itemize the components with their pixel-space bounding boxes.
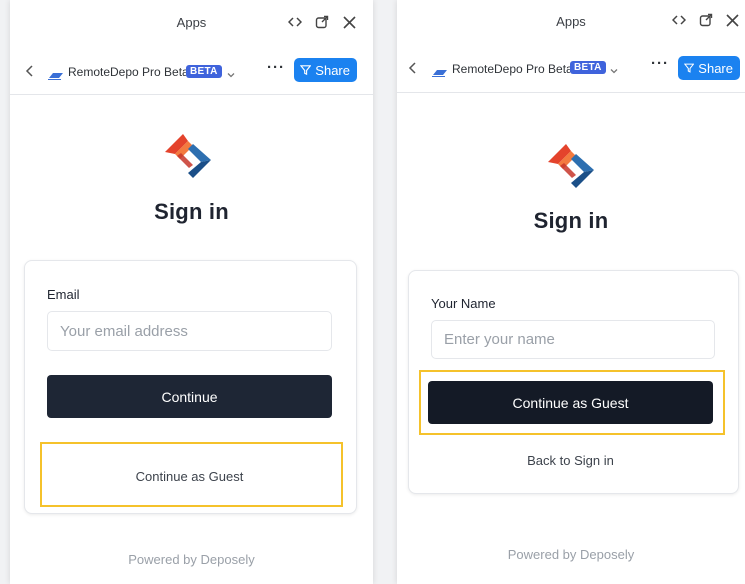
continue-as-guest-button[interactable]: Continue as Guest [428, 381, 713, 424]
powered-by-footer: Powered by Deposely [128, 552, 255, 567]
chevron-down-icon[interactable] [609, 63, 619, 74]
powered-by-footer: Powered by Deposely [507, 547, 635, 562]
left-app-panel: Apps RemoteDepo Pro Beta BETA ··· Share [10, 0, 373, 584]
close-icon[interactable] [723, 11, 741, 29]
email-input[interactable]: Your email address [47, 311, 332, 351]
external-link-icon[interactable] [697, 11, 715, 29]
share-button[interactable]: Share [678, 56, 740, 80]
back-chevron-icon[interactable] [405, 60, 421, 76]
window-title: Apps [556, 14, 586, 29]
your-name-label: Your Name [431, 296, 496, 311]
code-icon[interactable] [286, 13, 304, 31]
more-options-button[interactable]: ··· [267, 59, 285, 76]
filter-icon [684, 63, 695, 73]
chevron-down-icon[interactable] [226, 67, 236, 78]
window-titlebar: Apps [10, 0, 373, 46]
right-app-panel: Apps RemoteDepo Pro Beta BETA ··· Share [397, 0, 745, 584]
filter-icon [300, 65, 312, 76]
window-titlebar: Apps [397, 0, 745, 46]
continue-button[interactable]: Continue [47, 375, 332, 418]
app-logo-icon [432, 64, 448, 77]
share-label: Share [315, 62, 350, 78]
beta-badge: BETA [186, 65, 222, 78]
external-link-icon[interactable] [313, 13, 331, 31]
page-title: Sign in [533, 208, 609, 233]
back-to-sign-in-link[interactable]: Back to Sign in [428, 446, 713, 474]
more-options-button[interactable]: ··· [651, 55, 669, 72]
page-title: Sign in [154, 199, 229, 224]
app-name[interactable]: RemoteDepo Pro Beta [452, 62, 573, 76]
continue-as-guest-button[interactable]: Continue as Guest [47, 462, 332, 490]
code-icon[interactable] [670, 11, 688, 29]
share-button[interactable]: Share [294, 58, 357, 82]
share-label: Share [698, 60, 733, 76]
beta-badge: BETA [570, 61, 606, 74]
deposely-logo-icon [546, 140, 598, 192]
deposely-logo-icon [163, 130, 215, 182]
app-toolbar: RemoteDepo Pro Beta BETA ··· Share [10, 46, 373, 95]
close-icon[interactable] [340, 13, 358, 31]
name-input[interactable]: Enter your name [431, 320, 715, 359]
app-logo-icon [48, 67, 64, 80]
app-name[interactable]: RemoteDepo Pro Beta [68, 65, 189, 79]
email-label: Email [47, 287, 80, 302]
back-chevron-icon[interactable] [22, 63, 38, 79]
app-toolbar: RemoteDepo Pro Beta BETA ··· Share [397, 44, 745, 93]
